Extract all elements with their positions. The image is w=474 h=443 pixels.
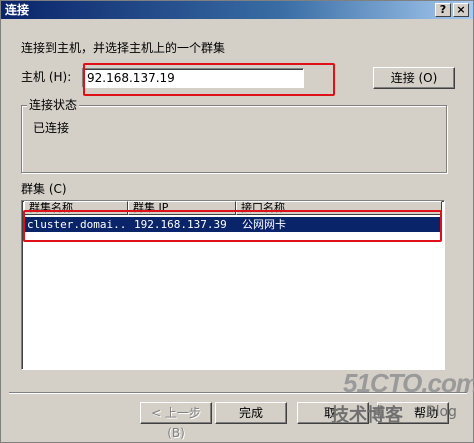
watermark-tagline: 技术博客: [331, 405, 403, 426]
cluster-list[interactable]: 群集名称 群集 IP 接口名称 cluster.domai... 192.168…: [21, 200, 445, 370]
watermark-site: 51CTO.com: [343, 368, 474, 398]
cluster-label: 群集 (C): [21, 182, 67, 196]
status-text: 已连接: [33, 121, 70, 135]
connect-button[interactable]: 连接 (O): [373, 67, 455, 89]
finish-button[interactable]: 完成: [215, 402, 287, 424]
help-title-button[interactable]: ?: [435, 3, 451, 17]
host-label: 主机 (H):: [21, 70, 72, 84]
status-group-title: 连接状态: [27, 98, 80, 112]
cell-cluster-ip: 192.168.137.39: [134, 218, 227, 231]
close-button[interactable]: ×: [453, 3, 469, 17]
host-input[interactable]: 92.168.137.19: [82, 68, 304, 88]
host-input-value: 92.168.137.19: [87, 71, 175, 85]
watermark-suffix: Blog: [426, 404, 457, 420]
table-row[interactable]: cluster.domai... 192.168.137.39 公网网卡: [24, 217, 440, 232]
column-header-name[interactable]: 群集名称: [24, 201, 128, 215]
cell-interface-name: 公网网卡: [242, 218, 286, 231]
back-button[interactable]: < 上一步 (B): [140, 402, 212, 440]
connect-dialog: 连接 ? × 连接到主机，并选择主机上的一个群集 主机 (H): 92.168.…: [0, 0, 474, 443]
instruction-text: 连接到主机，并选择主机上的一个群集: [21, 41, 226, 55]
column-header-ip[interactable]: 群集 IP: [128, 201, 236, 215]
cell-cluster-name: cluster.domai...: [27, 218, 127, 231]
title-bar[interactable]: 连接 ? ×: [1, 1, 473, 19]
window-title: 连接: [5, 3, 30, 17]
column-header-interface[interactable]: 接口名称: [236, 201, 442, 215]
status-groupbox: [21, 105, 447, 173]
